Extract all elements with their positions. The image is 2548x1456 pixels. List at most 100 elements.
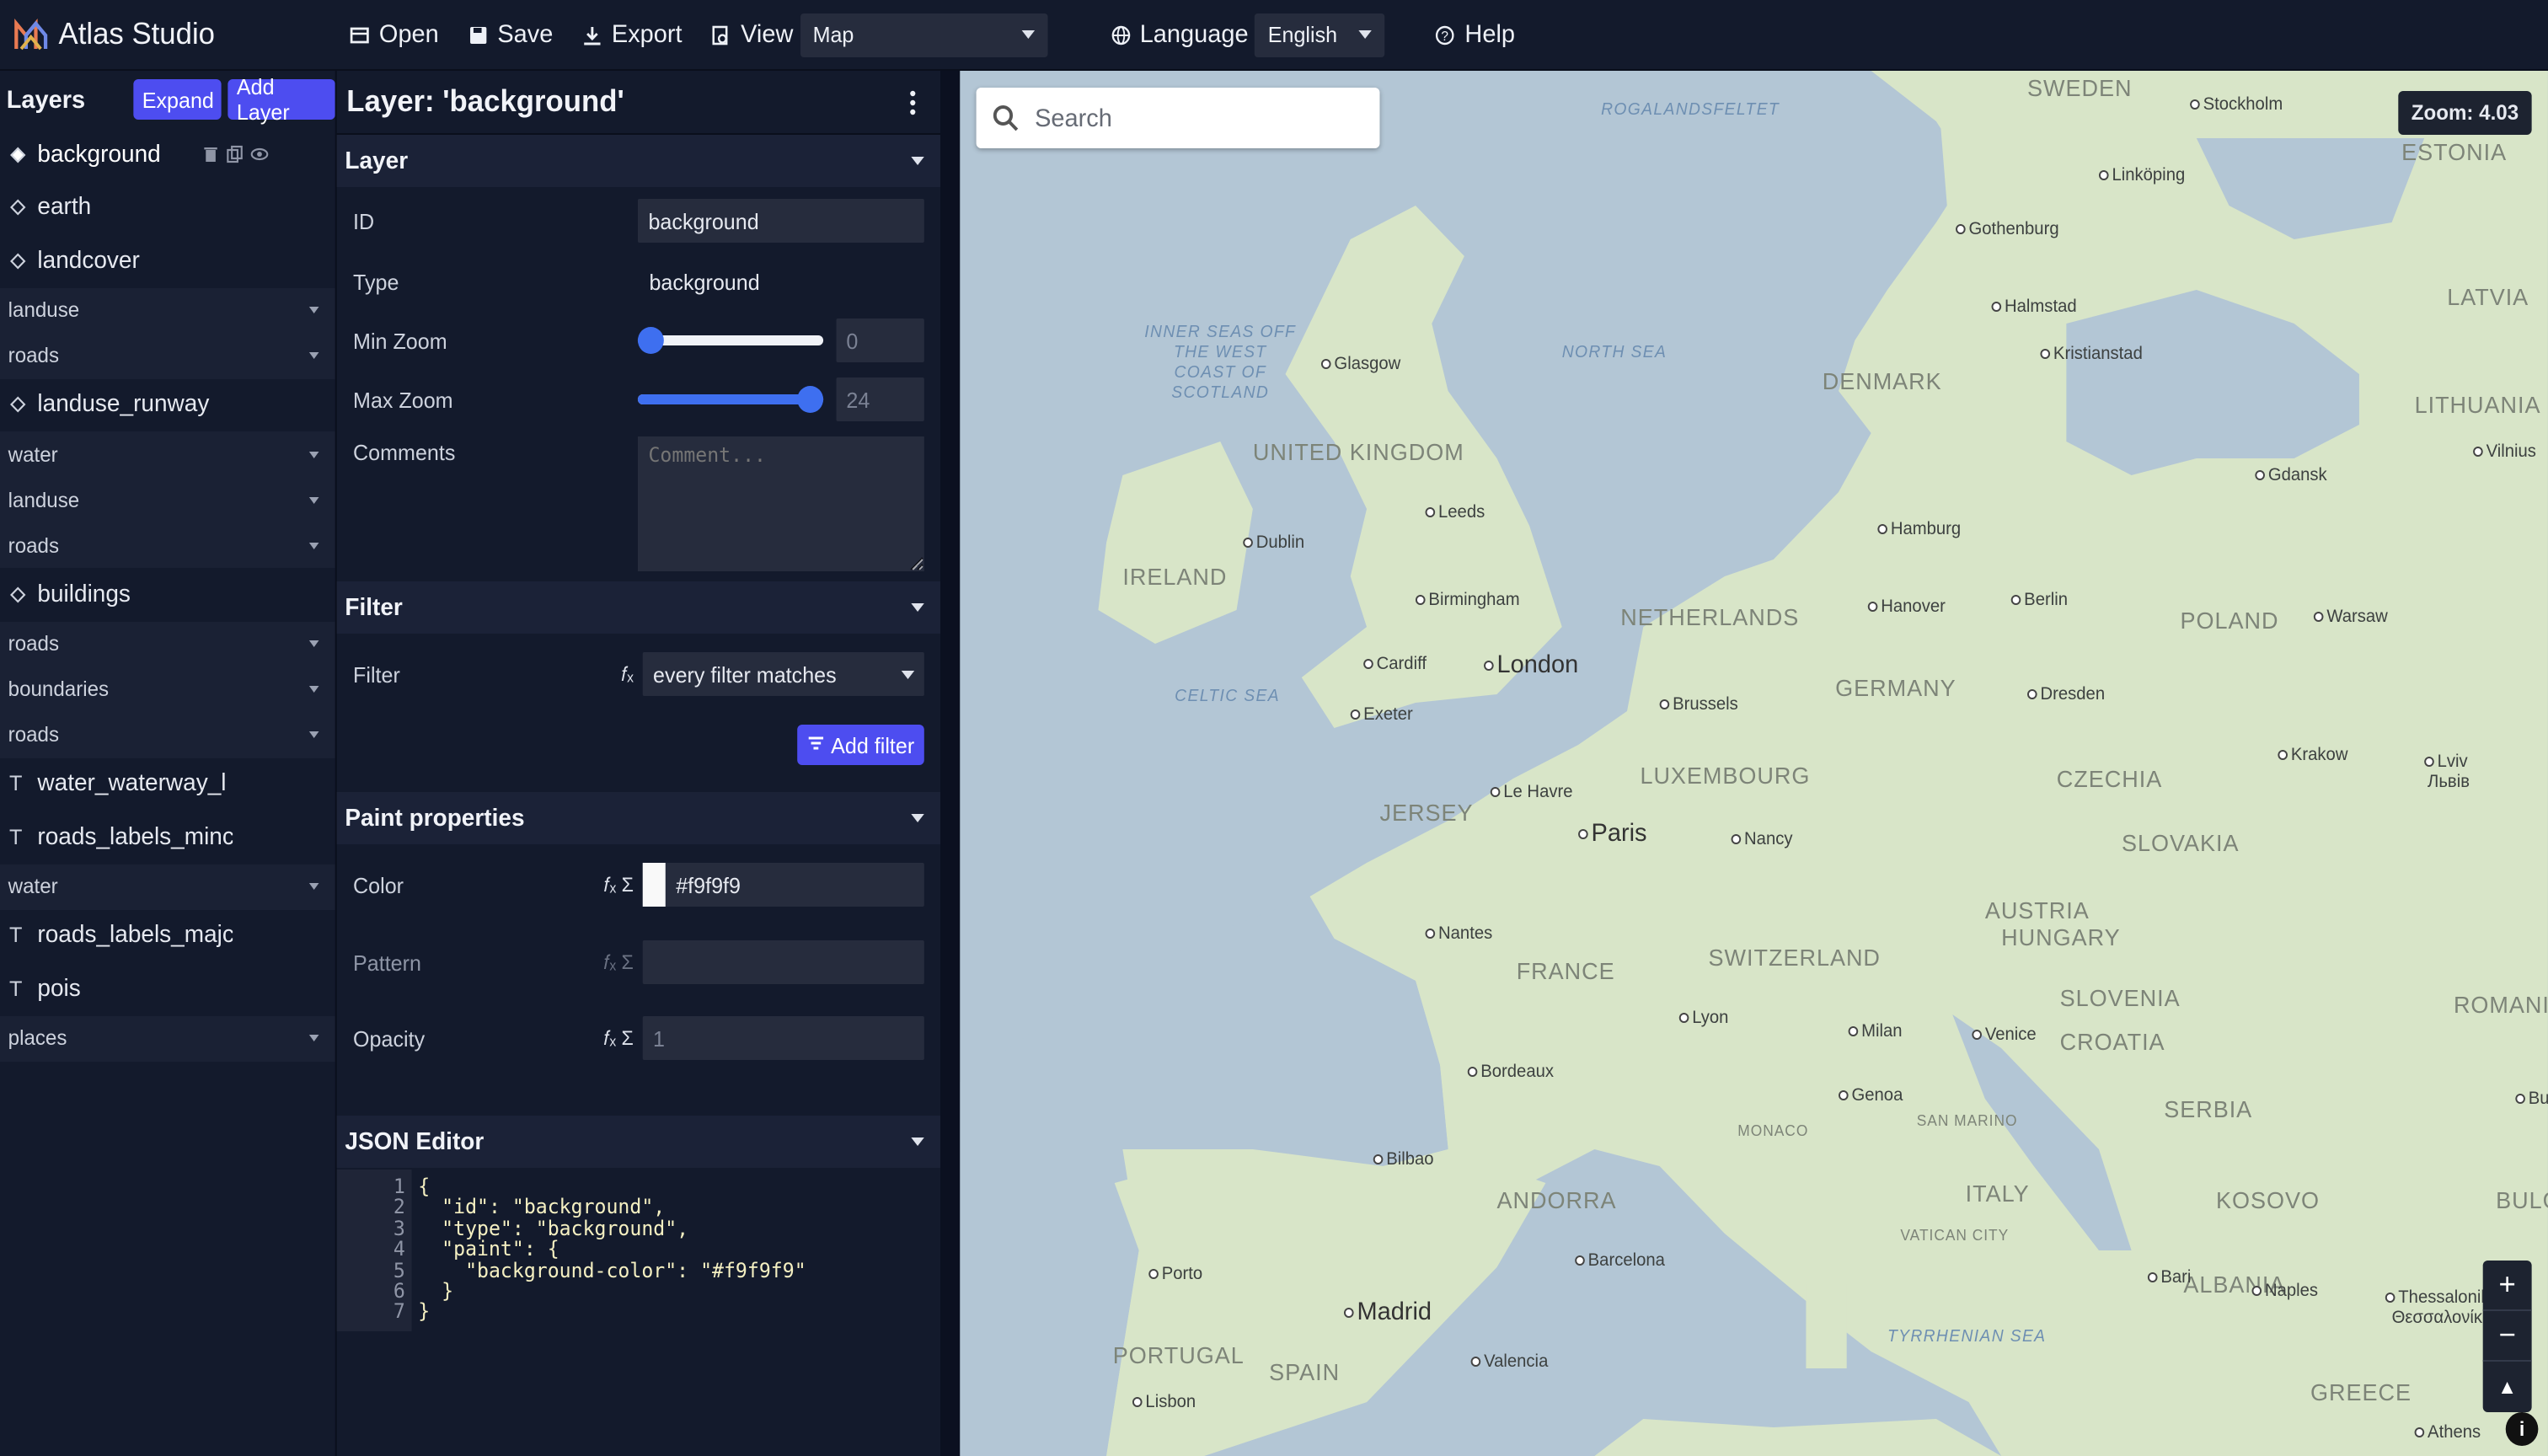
layer-item-water_waterway_l[interactable]: Twater_waterway_l	[0, 757, 335, 811]
city-label: Valencia	[1470, 1352, 1548, 1372]
layer-group-landuse[interactable]: landuse	[0, 287, 335, 333]
panel-resize-handle[interactable]	[940, 71, 961, 1456]
layer-section-title: Layer	[345, 147, 409, 174]
json-line: "paint": {	[418, 1237, 559, 1261]
chevron-down-icon	[911, 1138, 924, 1146]
layer-item-buildings[interactable]: buildings	[0, 568, 335, 621]
city-label: Paris	[1578, 819, 1647, 848]
layer-item-label: roads_labels_minc	[37, 823, 233, 851]
pattern-input[interactable]	[643, 940, 924, 984]
min-zoom-slider[interactable]	[638, 327, 824, 354]
comments-textarea[interactable]	[638, 436, 924, 571]
layer-group-label: boundaries	[8, 677, 110, 701]
country-label: POLAND	[2180, 607, 2279, 634]
expand-button[interactable]: Expand	[134, 79, 222, 120]
layer-group-boundaries[interactable]: boundaries	[0, 666, 335, 712]
country-label: ESTONIA	[2401, 138, 2508, 165]
max-zoom-input[interactable]: 24	[836, 377, 924, 421]
filter-label: Filter	[353, 661, 400, 687]
layer-item-landuse_runway[interactable]: landuse_runway	[0, 378, 335, 431]
max-zoom-slider[interactable]	[638, 386, 824, 413]
layer-group-roads[interactable]: roads	[0, 712, 335, 757]
filter-section-header[interactable]: Filter	[336, 581, 941, 634]
more-vertical-icon[interactable]	[907, 88, 918, 115]
compass-button[interactable]: ▲	[2483, 1362, 2532, 1412]
map-search[interactable]: Search	[976, 88, 1380, 148]
max-zoom-thumb[interactable]	[798, 386, 824, 413]
language-select[interactable]: English	[1255, 13, 1385, 56]
min-zoom-thumb[interactable]	[638, 327, 665, 354]
function-sum-icons[interactable]: 𝑓ₓ Σ	[592, 1025, 634, 1051]
layer-item-background[interactable]: background	[0, 128, 335, 181]
city-label: Bucharest	[2515, 1089, 2548, 1109]
editor-title: Layer: 'background'	[346, 84, 624, 118]
city-name: Cardiff	[1376, 654, 1427, 674]
view-button[interactable]: View	[697, 0, 800, 70]
add-layer-button[interactable]: Add Layer	[228, 74, 335, 125]
city-name: Leeds	[1438, 502, 1485, 522]
type-row: Type background	[337, 254, 940, 308]
opacity-input[interactable]: 1	[643, 1016, 924, 1060]
trash-icon[interactable]	[201, 146, 219, 164]
city-name: Athens	[2428, 1422, 2481, 1443]
city-label: Vilnius	[2473, 442, 2536, 462]
json-section-header[interactable]: JSON Editor	[336, 1116, 941, 1168]
add-filter-button[interactable]: Add filter	[796, 725, 924, 765]
sea-label: ROGALANDSFELTET	[1601, 101, 1780, 120]
export-button[interactable]: Export	[568, 0, 697, 70]
min-zoom-input[interactable]: 0	[836, 318, 924, 362]
opacity-row: Opacity 𝑓ₓ Σ 1	[337, 999, 940, 1077]
city-name: Birmingham	[1428, 590, 1520, 610]
function-sum-icons[interactable]: 𝑓ₓ Σ	[592, 872, 634, 897]
layer-group-water[interactable]: water	[0, 431, 335, 477]
layer-group-landuse[interactable]: landuse	[0, 477, 335, 522]
help-button[interactable]: ? Help	[1421, 0, 1529, 70]
country-label: ITALY	[1965, 1180, 2030, 1207]
language-button[interactable]: Language	[1096, 0, 1255, 70]
layer-item-label: roads_labels_majc	[37, 922, 233, 950]
layer-group-roads[interactable]: roads	[0, 333, 335, 378]
view-select[interactable]: Map	[800, 13, 1047, 56]
function-icon[interactable]: 𝑓ₓ	[592, 661, 634, 687]
save-button[interactable]: Save	[453, 0, 568, 70]
city-dot-icon	[2190, 99, 2200, 110]
city-label: London	[1484, 650, 1578, 679]
eye-icon[interactable]	[250, 146, 268, 164]
layer-section-header[interactable]: Layer	[336, 135, 941, 187]
layer-item-pois[interactable]: Tpois	[0, 962, 335, 1015]
country-label: VATICAN CITY	[1900, 1227, 2010, 1244]
chevron-down-icon	[308, 542, 319, 549]
layer-item-roads_labels_majc[interactable]: Troads_labels_majc	[0, 909, 335, 962]
map-view[interactable]: Search Zoom: 4.03 SWEDEN ESTONIA LATVIA LIT…	[960, 71, 2548, 1456]
open-button[interactable]: Open	[335, 0, 453, 70]
layer-group-water[interactable]: water	[0, 864, 335, 909]
color-row: Color 𝑓ₓ Σ #f9f9f9	[337, 844, 940, 925]
help-circle-icon: ?	[1436, 24, 1455, 45]
id-input[interactable]: background	[638, 199, 924, 243]
zoom-out-button[interactable]: −	[2482, 1311, 2532, 1362]
json-line-number: 5	[393, 1258, 405, 1282]
layer-group-roads[interactable]: roads	[0, 621, 335, 666]
zoom-in-button[interactable]: +	[2482, 1261, 2532, 1311]
color-swatch[interactable]	[643, 863, 666, 907]
city-name: Gdansk	[2267, 465, 2327, 485]
search-icon	[993, 105, 1019, 131]
json-editor[interactable]: 1234567 { "id": "background", "type": "b…	[336, 1170, 943, 1331]
city-label: Gdansk	[2255, 465, 2327, 485]
attribution-info-icon[interactable]: i	[2505, 1412, 2539, 1446]
city-name: Dresden	[2040, 684, 2106, 704]
function-sum-icons[interactable]: 𝑓ₓ Σ	[592, 950, 634, 975]
paint-section-header[interactable]: Paint properties	[336, 792, 941, 844]
color-input[interactable]: #f9f9f9	[643, 863, 924, 907]
json-code[interactable]: { "id": "background", "type": "backgroun…	[412, 1170, 943, 1331]
json-line-numbers: 1234567	[336, 1170, 412, 1331]
layer-group-roads[interactable]: roads	[0, 522, 335, 568]
layer-group-places[interactable]: places	[0, 1015, 335, 1061]
layer-item-earth[interactable]: earth	[0, 181, 335, 234]
layer-item-landcover[interactable]: landcover	[0, 234, 335, 287]
copy-icon[interactable]	[226, 146, 244, 164]
filter-select[interactable]: every filter matches	[643, 652, 924, 696]
chevron-down-icon	[308, 640, 319, 647]
layer-item-roads_labels_minc[interactable]: Troads_labels_minc	[0, 811, 335, 864]
city-label: Hanover	[1867, 597, 1946, 617]
